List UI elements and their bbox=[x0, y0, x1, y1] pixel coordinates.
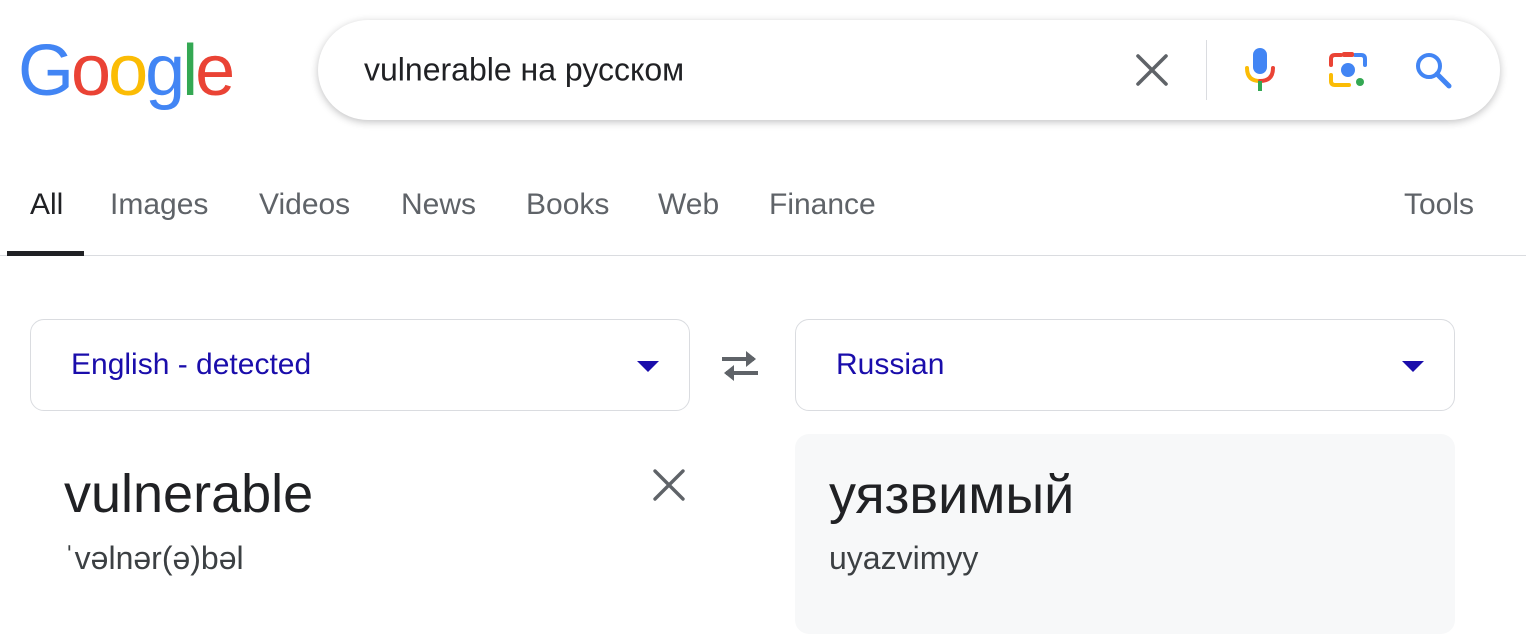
tab-news[interactable]: News bbox=[401, 188, 476, 222]
close-icon bbox=[1136, 54, 1168, 86]
logo-letter: g bbox=[145, 31, 185, 111]
search-box[interactable]: vulnerable на русском bbox=[318, 20, 1500, 120]
lens-camera-icon bbox=[1329, 52, 1367, 87]
voice-search-button[interactable] bbox=[1232, 42, 1288, 98]
logo-letter: e bbox=[195, 31, 235, 111]
search-icon bbox=[1416, 53, 1452, 89]
image-search-button[interactable] bbox=[1320, 42, 1376, 98]
target-language-select[interactable]: Russian bbox=[795, 319, 1455, 411]
clear-source-button[interactable] bbox=[642, 458, 696, 512]
search-tabs: All Images Videos News Books Web Finance… bbox=[0, 160, 1526, 256]
search-input[interactable]: vulnerable на русском bbox=[364, 52, 684, 89]
swap-arrows-icon bbox=[722, 351, 758, 381]
dropdown-caret-icon bbox=[1402, 361, 1424, 372]
search-submit-button[interactable] bbox=[1405, 42, 1461, 98]
tab-books[interactable]: Books bbox=[526, 188, 609, 222]
microphone-icon bbox=[1245, 48, 1275, 91]
close-icon bbox=[653, 469, 685, 501]
tools-button[interactable]: Tools bbox=[1404, 188, 1474, 222]
translation-transliteration: uyazvimyy bbox=[829, 540, 979, 576]
logo-letter: o bbox=[71, 31, 111, 111]
source-language-label: English - detected bbox=[71, 348, 312, 381]
translation-output-panel: уязвимый uyazvimyy bbox=[795, 434, 1455, 634]
source-text-input[interactable]: vulnerable bbox=[64, 463, 313, 525]
source-language-select[interactable]: English - detected bbox=[30, 319, 690, 411]
translated-text: уязвимый bbox=[829, 465, 1075, 525]
logo-letter: G bbox=[18, 31, 74, 111]
swap-languages-button[interactable] bbox=[712, 340, 768, 392]
tab-all[interactable]: All bbox=[30, 188, 63, 222]
tab-finance[interactable]: Finance bbox=[769, 188, 876, 222]
active-tab-indicator bbox=[7, 251, 84, 256]
source-phonetic: ˈvəlnər(ə)bəl bbox=[64, 540, 244, 576]
logo-letter: o bbox=[108, 31, 148, 111]
logo-letter: l bbox=[182, 31, 198, 111]
target-language-label: Russian bbox=[836, 348, 945, 381]
google-logo[interactable]: G o o g l e bbox=[18, 30, 235, 112]
tab-images[interactable]: Images bbox=[110, 188, 208, 222]
tab-web[interactable]: Web bbox=[658, 188, 719, 222]
search-divider bbox=[1206, 40, 1207, 100]
tab-videos[interactable]: Videos bbox=[259, 188, 350, 222]
clear-search-button[interactable] bbox=[1124, 42, 1180, 98]
dropdown-caret-icon bbox=[637, 361, 659, 372]
